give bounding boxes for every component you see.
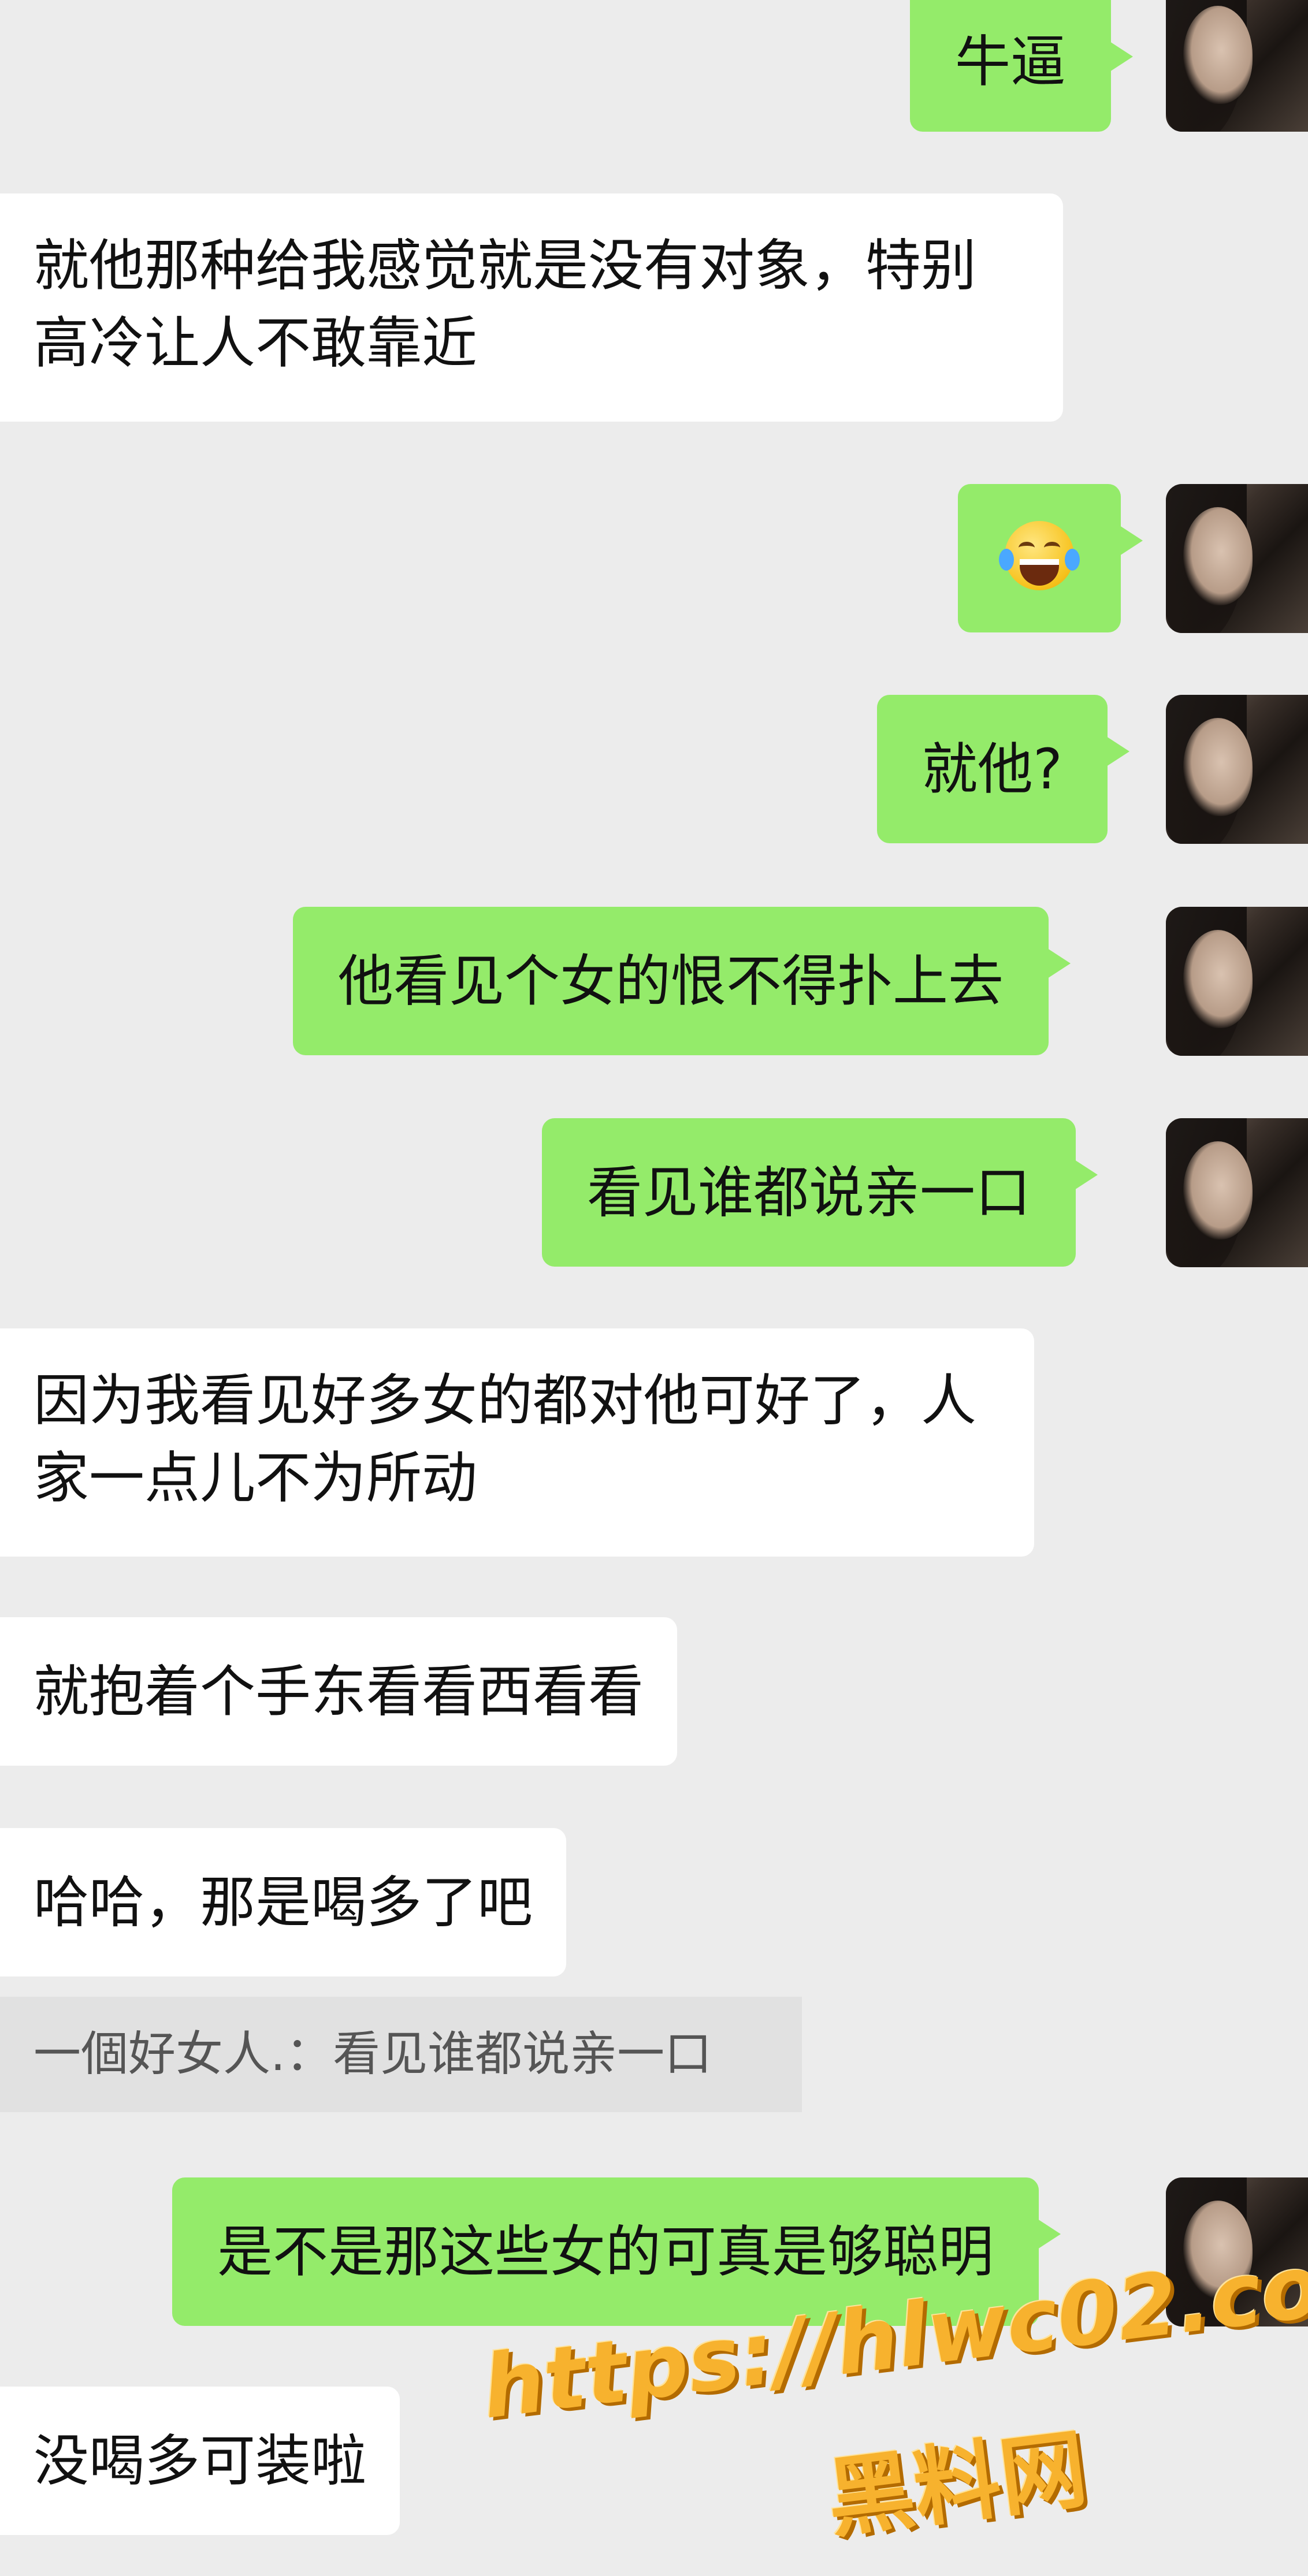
outgoing-message[interactable]: 他看见个女的恨不得扑上去 bbox=[293, 907, 1071, 1055]
message-text: 是不是那这些女的可真是够聪明 bbox=[217, 2220, 994, 2284]
incoming-message[interactable]: 就抱着个手东看看西看看 bbox=[0, 1617, 677, 1766]
incoming-message[interactable]: 没喝多可装啦 bbox=[0, 2387, 400, 2535]
message-text: 就他那种给我感觉就是没有对象，特别高冷让人不敢靠近 bbox=[34, 233, 976, 375]
avatar[interactable] bbox=[1166, 907, 1308, 1056]
avatar[interactable] bbox=[1166, 484, 1308, 633]
message-text: 看见谁都说亲一口 bbox=[587, 1160, 1031, 1225]
outgoing-message[interactable] bbox=[958, 484, 1143, 632]
incoming-message[interactable]: 因为我看见好多女的都对他可好了，人家一点儿不为所动 bbox=[0, 1328, 1034, 1557]
tears-of-joy-emoji-icon bbox=[999, 521, 1080, 590]
quoted-reply[interactable]: 一個好女人.：看见谁都说亲一口 bbox=[0, 1997, 802, 2112]
avatar[interactable] bbox=[1166, 695, 1308, 844]
message-text: 没喝多可装啦 bbox=[34, 2429, 366, 2493]
message-text: 就他? bbox=[922, 737, 1062, 802]
incoming-message[interactable]: 哈哈，那是喝多了吧 bbox=[0, 1828, 566, 1976]
outgoing-message[interactable]: 看见谁都说亲一口 bbox=[542, 1118, 1098, 1267]
chat-window: 牛逼 就他那种给我感觉就是没有对象，特别高冷让人不敢靠近 就他? 他看见个女的恨… bbox=[0, 0, 1308, 2576]
quote-text: 一個好女人.：看见谁都说亲一口 bbox=[34, 2027, 712, 2082]
outgoing-message[interactable]: 就他? bbox=[877, 695, 1129, 843]
avatar[interactable] bbox=[1166, 0, 1308, 132]
message-text: 哈哈，那是喝多了吧 bbox=[34, 1870, 533, 1935]
avatar[interactable] bbox=[1166, 1118, 1308, 1267]
message-text: 就抱着个手东看看西看看 bbox=[34, 1659, 644, 1724]
message-text: 他看见个女的恨不得扑上去 bbox=[338, 949, 1004, 1014]
incoming-message[interactable]: 就他那种给我感觉就是没有对象，特别高冷让人不敢靠近 bbox=[0, 193, 1063, 422]
watermark-site-name: 黑料网 bbox=[822, 2419, 1093, 2551]
message-text: 因为我看见好多女的都对他可好了，人家一点儿不为所动 bbox=[34, 1368, 976, 1510]
message-text: 牛逼 bbox=[955, 29, 1066, 94]
outgoing-message[interactable]: 牛逼 bbox=[910, 0, 1133, 132]
